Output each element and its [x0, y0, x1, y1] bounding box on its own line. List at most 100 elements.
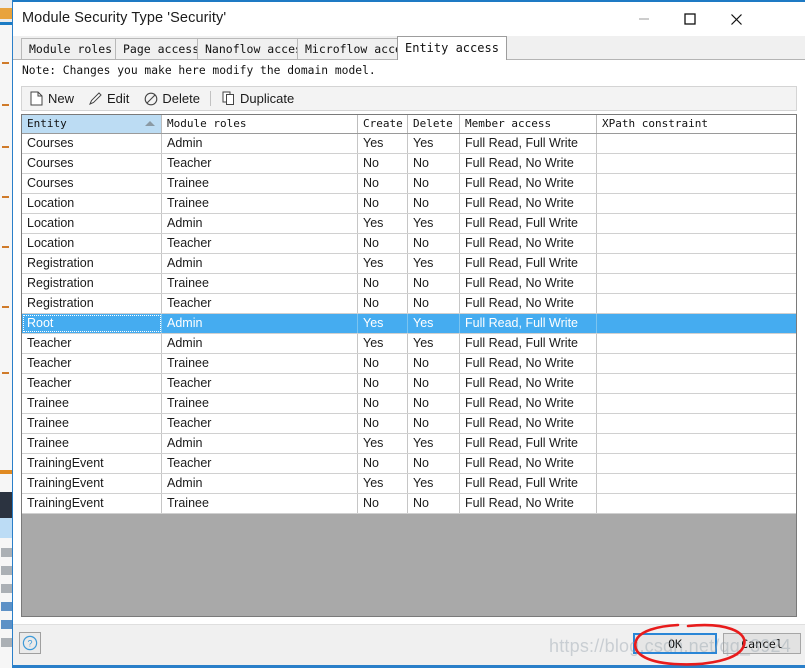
cell-xpath-constraint	[597, 234, 796, 253]
bg-dash-6	[2, 306, 9, 308]
cell-delete: Yes	[408, 134, 460, 153]
cell-create: No	[358, 194, 408, 213]
cell-create: Yes	[358, 334, 408, 353]
column-header-member-access[interactable]: Member access	[460, 115, 597, 133]
cell-module-role: Admin	[162, 334, 358, 353]
cell-member-access: Full Read, No Write	[460, 394, 597, 413]
table-row[interactable]: Trainee Admin Yes Yes Full Read, Full Write	[22, 434, 796, 454]
cell-delete: No	[408, 414, 460, 433]
entity-access-panel: Note: Changes you make here modify the d…	[13, 60, 805, 624]
cell-delete: Yes	[408, 474, 460, 493]
module-security-dialog: Module Security Type 'Security' Module r…	[12, 0, 805, 668]
cell-member-access: Full Read, No Write	[460, 374, 597, 393]
tab-page-access[interactable]: Page access	[115, 38, 208, 59]
minimize-button[interactable]	[621, 2, 667, 36]
bg-dash-4	[2, 196, 9, 198]
delete-button[interactable]: Delete	[136, 87, 207, 110]
ok-button[interactable]: OK	[633, 633, 717, 654]
bg-dark-panel	[0, 492, 12, 518]
cell-member-access: Full Read, No Write	[460, 174, 597, 193]
pencil-icon	[88, 91, 103, 106]
dialog-footer: ? OK Cancel	[13, 624, 805, 668]
table-row[interactable]: Root Admin Yes Yes Full Read, Full Write	[22, 314, 796, 334]
cell-create: No	[358, 274, 408, 293]
cell-create: No	[358, 154, 408, 173]
cell-member-access: Full Read, Full Write	[460, 214, 597, 233]
new-page-icon	[29, 91, 44, 106]
cell-create: No	[358, 454, 408, 473]
cell-entity: Teacher	[22, 334, 162, 353]
cell-xpath-constraint	[597, 334, 796, 353]
cell-entity: Trainee	[22, 434, 162, 453]
maximize-icon	[684, 13, 696, 25]
bg-text-4	[1, 602, 12, 611]
column-header-module-roles[interactable]: Module roles	[162, 115, 358, 133]
table-row[interactable]: Registration Teacher No No Full Read, No Wri…	[22, 294, 796, 314]
cell-entity: Registration	[22, 294, 162, 313]
table-row[interactable]: Courses Admin Yes Yes Full Read, Full Write	[22, 134, 796, 154]
cell-xpath-constraint	[597, 174, 796, 193]
cell-member-access: Full Read, No Write	[460, 494, 597, 513]
table-row[interactable]: Teacher Trainee No No Full Read, No Write	[22, 354, 796, 374]
table-row[interactable]: Courses Teacher No No Full Read, No Write	[22, 154, 796, 174]
tab-entity-access[interactable]: Entity access	[397, 36, 507, 60]
column-header-delete[interactable]: Delete	[408, 115, 460, 133]
cell-module-role: Trainee	[162, 494, 358, 513]
help-button[interactable]: ?	[19, 632, 41, 654]
cell-entity: TrainingEvent	[22, 474, 162, 493]
cell-delete: No	[408, 494, 460, 513]
bg-orange-rule	[0, 470, 12, 474]
cell-entity: Trainee	[22, 394, 162, 413]
cell-member-access: Full Read, No Write	[460, 194, 597, 213]
table-row[interactable]: Location Trainee No No Full Read, No Write	[22, 194, 796, 214]
close-button[interactable]	[713, 2, 759, 36]
table-row[interactable]: Teacher Admin Yes Yes Full Read, Full Write	[22, 334, 796, 354]
table-row[interactable]: Trainee Teacher No No Full Read, No Write	[22, 414, 796, 434]
table-row[interactable]: TrainingEvent Teacher No No Full Read, No Wr…	[22, 454, 796, 474]
new-button[interactable]: New	[22, 87, 81, 110]
bg-dash-1	[2, 62, 9, 64]
cell-xpath-constraint	[597, 194, 796, 213]
toolbar-separator	[210, 91, 211, 106]
bg-text-5	[1, 620, 12, 629]
close-icon	[730, 13, 742, 25]
cell-module-role: Admin	[162, 474, 358, 493]
cell-create: No	[358, 234, 408, 253]
cancel-button[interactable]: Cancel	[723, 633, 801, 654]
new-button-label: New	[48, 91, 75, 106]
cell-module-role: Teacher	[162, 454, 358, 473]
cell-create: Yes	[358, 474, 408, 493]
cell-create: No	[358, 294, 408, 313]
tab-module-roles[interactable]: Module roles	[21, 38, 121, 59]
sort-ascending-icon	[145, 121, 155, 126]
cell-xpath-constraint	[597, 414, 796, 433]
table-row[interactable]: Registration Admin Yes Yes Full Read, Full W…	[22, 254, 796, 274]
entity-access-grid[interactable]: Entity Module roles Create Delete Member…	[21, 114, 797, 617]
edit-button[interactable]: Edit	[81, 87, 136, 110]
duplicate-button[interactable]: Duplicate	[214, 87, 301, 110]
table-row[interactable]: TrainingEvent Trainee No No Full Read, No Wr…	[22, 494, 796, 514]
cell-member-access: Full Read, No Write	[460, 294, 597, 313]
column-header-xpath-constraint[interactable]: XPath constraint	[597, 115, 796, 133]
cell-entity: Registration	[22, 254, 162, 273]
bg-text-6	[1, 638, 12, 647]
cell-xpath-constraint	[597, 494, 796, 513]
maximize-button[interactable]	[667, 2, 713, 36]
table-row[interactable]: Trainee Trainee No No Full Read, No Write	[22, 394, 796, 414]
svg-text:?: ?	[27, 639, 32, 649]
cell-create: No	[358, 374, 408, 393]
cell-entity: Location	[22, 214, 162, 233]
table-row[interactable]: TrainingEvent Admin Yes Yes Full Read, Full …	[22, 474, 796, 494]
table-row[interactable]: Registration Trainee No No Full Read, No Wri…	[22, 274, 796, 294]
table-row[interactable]: Location Admin Yes Yes Full Read, Full Write	[22, 214, 796, 234]
cell-create: Yes	[358, 254, 408, 273]
table-row[interactable]: Courses Trainee No No Full Read, No Write	[22, 174, 796, 194]
column-header-create[interactable]: Create	[358, 115, 408, 133]
bg-accent-line	[0, 22, 12, 25]
cell-xpath-constraint	[597, 274, 796, 293]
cell-member-access: Full Read, Full Write	[460, 434, 597, 453]
table-row[interactable]: Teacher Teacher No No Full Read, No Write	[22, 374, 796, 394]
table-row[interactable]: Location Teacher No No Full Read, No Write	[22, 234, 796, 254]
grid-empty-area	[22, 514, 796, 616]
column-header-entity[interactable]: Entity	[22, 115, 162, 133]
